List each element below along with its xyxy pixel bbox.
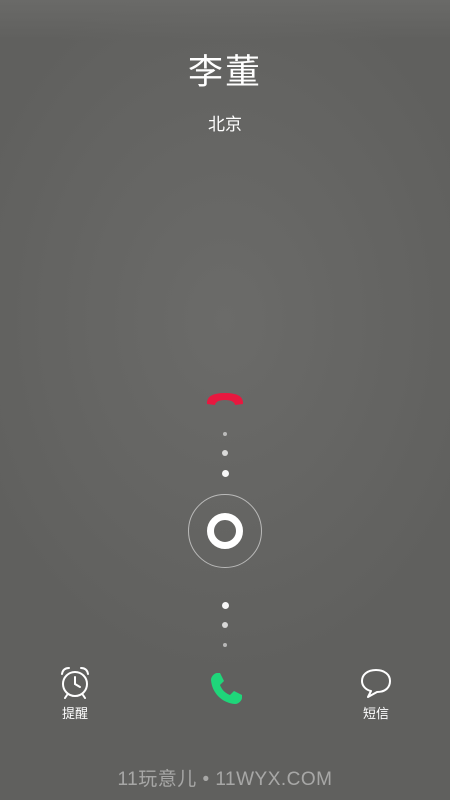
caller-location: 北京 — [208, 115, 242, 135]
message-button[interactable]: 短信 — [336, 665, 416, 722]
message-label: 短信 — [362, 707, 389, 722]
reminder-label: 提醒 — [61, 707, 88, 722]
guide-dot-up-2 — [222, 450, 228, 456]
alarm-clock-icon — [61, 667, 89, 699]
watermark: 11玩意儿 • 11WYX.COM — [117, 769, 333, 790]
guide-dot-down-1 — [222, 602, 229, 609]
answer-slider-handle[interactable] — [207, 513, 243, 549]
incoming-call-screen: 李董 北京 提醒 短信 11玩意儿 • 11WYX.COM — [0, 0, 450, 800]
guide-dot-down-3 — [223, 643, 227, 647]
top-haze — [0, 0, 450, 40]
phone-answer-icon[interactable] — [206, 669, 246, 709]
speech-bubble-icon — [361, 669, 391, 698]
reminder-button[interactable]: 提醒 — [35, 665, 115, 722]
guide-dot-down-2 — [222, 622, 228, 628]
caller-name: 李董 — [187, 53, 262, 93]
guide-dot-up-1 — [223, 432, 227, 436]
guide-dot-up-3 — [222, 470, 229, 477]
phone-hangup-icon[interactable] — [203, 388, 247, 412]
